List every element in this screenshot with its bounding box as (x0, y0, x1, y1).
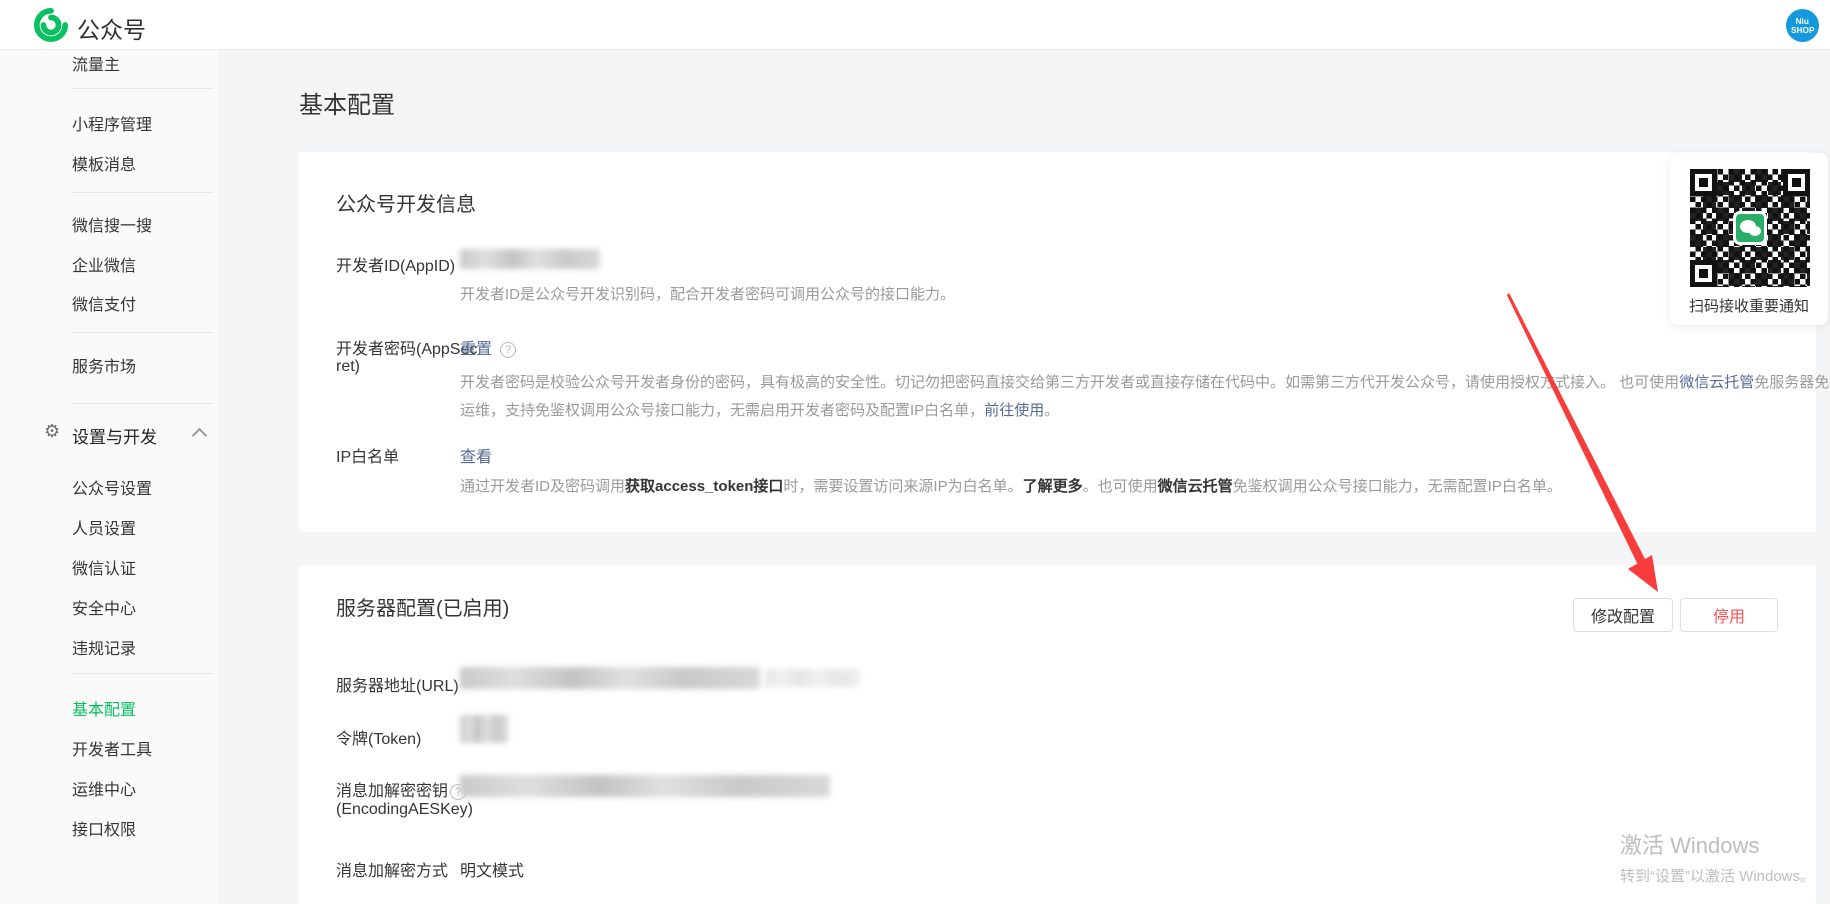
help-icon[interactable]: ? (500, 342, 516, 358)
sidebar-item-account-settings[interactable]: 公众号设置 (72, 475, 152, 499)
sidebar-item-basic-configuration[interactable]: 基本配置 (72, 696, 136, 720)
appsecret-description-line2: 运维，支持免鉴权调用公众号接口能力，无需启用开发者密码及配置IP白名单，前往使用… (460, 399, 1059, 420)
developer-info-card: 公众号开发信息 开发者ID(AppID) 开发者ID是公众号开发识别码，配合开发… (299, 152, 1816, 532)
appid-value-redacted (460, 249, 600, 269)
watermark-line1: 激活 Windows (1620, 828, 1815, 860)
sidebar-item-traffic-master[interactable]: 流量主 (72, 51, 120, 75)
sidebar-item-enterprise-wechat[interactable]: 企业微信 (72, 252, 136, 276)
watermark-line2: 转到“设置”以激活 Windows。 (1620, 865, 1815, 886)
server-url-value-redacted (460, 667, 760, 689)
ip-whitelist-label: IP白名单 (336, 443, 399, 467)
aeskey-label-line1: 消息加解密密钥? (336, 777, 466, 801)
gear-icon: ⚙ (44, 421, 60, 442)
sidebar-divider (72, 88, 214, 89)
ip-whitelist-description: 通过开发者ID及密码调用获取access_token接口时，需要设置访问来源IP… (460, 475, 1562, 496)
sidebar-item-api-permissions[interactable]: 接口权限 (72, 816, 136, 840)
aeskey-label-line2: (EncodingAESKey) (336, 801, 473, 819)
sidebar-item-staff-settings[interactable]: 人员设置 (72, 515, 136, 539)
appsecret-label-line2: ret) (336, 358, 360, 376)
server-url-label: 服务器地址(URL) (336, 672, 459, 696)
sidebar-item-violation-records[interactable]: 违规记录 (72, 635, 136, 659)
section-title-developer-info: 公众号开发信息 (336, 188, 476, 217)
sidebar: 流量主 小程序管理 模板消息 微信搜一搜 企业微信 微信支付 服务市场 ⚙ 设置… (0, 50, 218, 904)
encryption-mode-value: 明文模式 (460, 857, 524, 881)
account-avatar[interactable]: Niu SHOP (1786, 9, 1819, 42)
appsecret-description-line1: 开发者密码是校验公众号开发者身份的密码，具有极高的安全性。切记勿把密码直接交给第… (460, 371, 1829, 392)
chevron-up-icon (192, 428, 208, 444)
disable-button[interactable]: 停用 (1680, 598, 1778, 632)
sidebar-item-developer-tools[interactable]: 开发者工具 (72, 736, 152, 760)
wechat-mp-admin-screen: 公众号 Niu SHOP 流量主 小程序管理 模板消息 微信搜一搜 企业微信 微… (0, 0, 1830, 904)
wechat-cloud-hosting-link[interactable]: 微信云托管 (1679, 374, 1754, 391)
appsecret-actions: 重置? (460, 335, 516, 359)
avatar-text-line2: SHOP (1791, 26, 1814, 34)
get-access-token-link[interactable]: 获取access_token接口 (625, 478, 783, 495)
sidebar-divider (72, 332, 214, 333)
wechat-official-account-logo-icon[interactable] (34, 8, 68, 42)
sidebar-item-wechat-search[interactable]: 微信搜一搜 (72, 212, 152, 236)
aeskey-value-redacted (460, 775, 830, 797)
qr-notification-popover: 扫码接收重要通知 (1670, 153, 1828, 325)
ip-whitelist-actions: 查看 (460, 443, 492, 467)
view-ip-whitelist-link[interactable]: 查看 (460, 449, 492, 466)
token-value-redacted (460, 715, 508, 743)
topbar: 公众号 Niu SHOP (0, 0, 1830, 50)
sidebar-item-template-message[interactable]: 模板消息 (72, 151, 136, 175)
sidebar-divider (72, 673, 214, 674)
server-url-value-redacted-tail (765, 669, 860, 687)
sidebar-item-ops-center[interactable]: 运维中心 (72, 776, 136, 800)
go-to-use-link[interactable]: 前往使用 (984, 402, 1044, 419)
wechat-cloud-hosting-link[interactable]: 微信云托管 (1158, 478, 1233, 495)
section-title-server-config: 服务器配置(已启用) (336, 592, 509, 621)
wechat-logo-icon (1733, 211, 1767, 245)
modify-config-button[interactable]: 修改配置 (1573, 598, 1673, 632)
encryption-mode-label: 消息加解密方式 (336, 857, 448, 881)
learn-more-link[interactable]: 了解更多 (1023, 478, 1083, 495)
sidebar-group-settings-and-development[interactable]: 设置与开发 (72, 423, 157, 448)
qr-caption: 扫码接收重要通知 (1670, 295, 1828, 316)
sidebar-item-wechat-pay[interactable]: 微信支付 (72, 291, 136, 315)
avatar-text-line1: Niu (1796, 17, 1809, 25)
sidebar-item-wechat-verification[interactable]: 微信认证 (72, 555, 136, 579)
reset-appsecret-link[interactable]: 重置 (460, 341, 492, 358)
appid-description: 开发者ID是公众号开发识别码，配合开发者密码可调用公众号的接口能力。 (460, 283, 955, 304)
sidebar-divider (72, 403, 214, 404)
qr-finder-icon (1783, 169, 1810, 196)
server-config-card: 服务器配置(已启用) 修改配置 停用 服务器地址(URL) 令牌(Token) … (299, 565, 1816, 904)
brand-name: 公众号 (77, 11, 146, 45)
appid-label: 开发者ID(AppID) (336, 252, 455, 276)
page-title: 基本配置 (299, 85, 395, 120)
windows-activation-watermark: 激活 Windows 转到“设置”以激活 Windows。 (1620, 828, 1815, 886)
sidebar-item-miniprogram-management[interactable]: 小程序管理 (72, 111, 152, 135)
sidebar-divider (72, 192, 214, 193)
qr-finder-icon (1690, 260, 1717, 287)
qr-code (1690, 169, 1810, 287)
qr-finder-icon (1690, 169, 1717, 196)
token-label: 令牌(Token) (336, 725, 421, 749)
sidebar-item-security-center[interactable]: 安全中心 (72, 595, 136, 619)
appsecret-label-line1: 开发者密码(AppSec (336, 335, 477, 359)
sidebar-item-service-market[interactable]: 服务市场 (72, 353, 136, 377)
